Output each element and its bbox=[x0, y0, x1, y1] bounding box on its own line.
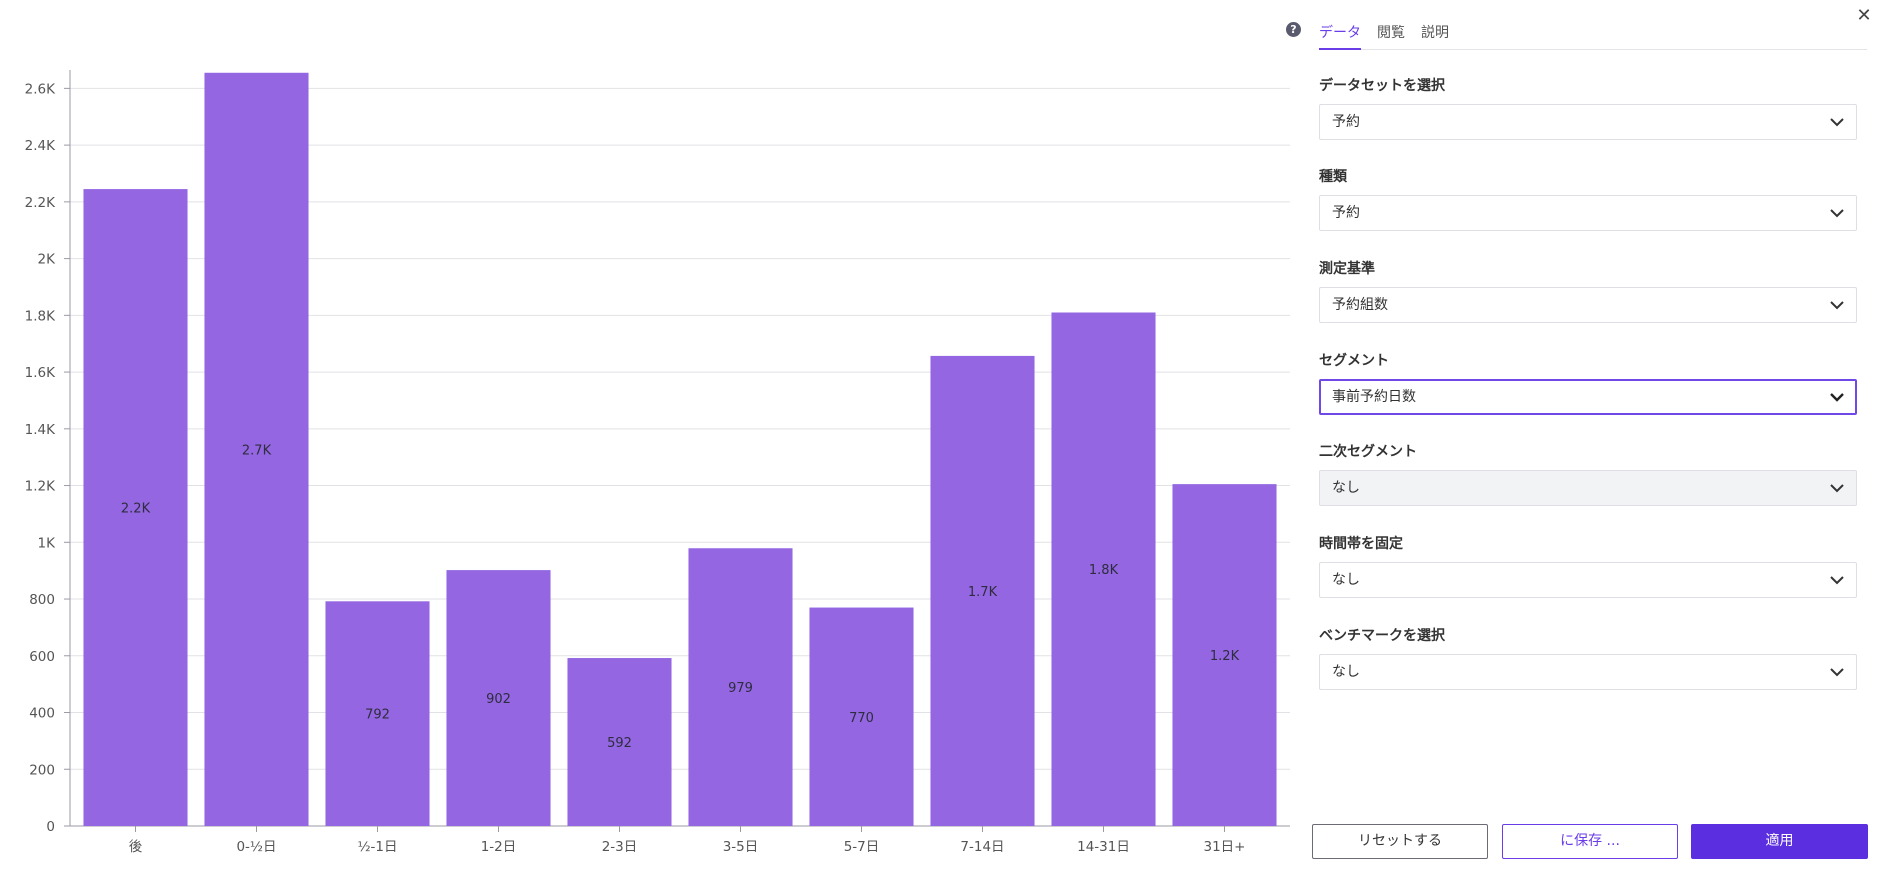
x-tick-label: 7-14日 bbox=[960, 839, 1004, 855]
y-tick-label: 2.4K bbox=[25, 138, 56, 154]
tab-view[interactable]: 閲覧 bbox=[1377, 20, 1405, 49]
fixed-timeframe-select[interactable]: なし bbox=[1319, 562, 1857, 598]
y-tick-label: 1.4K bbox=[25, 422, 56, 438]
bar-data-label: 1.8K bbox=[1089, 563, 1119, 578]
x-tick-label: 1-2日 bbox=[481, 839, 517, 855]
benchmark-value: なし bbox=[1332, 664, 1360, 680]
bar-data-label: 1.2K bbox=[1210, 649, 1240, 664]
metric-value: 予約組数 bbox=[1332, 297, 1388, 313]
x-tick-label: ½-1日 bbox=[357, 839, 397, 855]
bar-chart: 0 200 400 600 800 1K 1.2K 1.4K 1.6K 1.8K 2K 2.2K 2.4… bbox=[0, 0, 1300, 877]
y-tick-label: 600 bbox=[29, 649, 55, 665]
y-tick-label: 200 bbox=[29, 762, 55, 778]
fixed-timeframe-field: 時間帯を固定 なし bbox=[1319, 534, 1859, 598]
y-tick-label: 1K bbox=[38, 535, 57, 551]
x-tick-label: 31日+ bbox=[1204, 839, 1246, 855]
dataset-select[interactable]: 予約 bbox=[1319, 104, 1857, 140]
bar-data-label: 770 bbox=[849, 711, 874, 726]
segment-select[interactable]: 事前予約日数 bbox=[1319, 379, 1857, 415]
secondary-segment-label: 二次セグメント bbox=[1319, 444, 1417, 460]
bar-data-label: 2.7K bbox=[242, 443, 272, 458]
y-tick-label: 800 bbox=[29, 592, 55, 608]
y-tick-label: 400 bbox=[29, 706, 55, 722]
type-field: 種類 予約 bbox=[1319, 167, 1859, 231]
dataset-label: データセットを選択 bbox=[1319, 78, 1445, 94]
x-tick-label: 0-½日 bbox=[236, 839, 276, 855]
benchmark-select[interactable]: なし bbox=[1319, 654, 1857, 690]
bar-data-label: 592 bbox=[607, 736, 632, 751]
panel-tabs: データ 閲覧 説明 bbox=[1319, 20, 1867, 50]
x-tick-label: 14-31日 bbox=[1077, 839, 1130, 855]
apply-button[interactable]: 適用 bbox=[1691, 824, 1868, 859]
y-tick-label: 1.2K bbox=[25, 479, 56, 495]
question-icon[interactable]: ? bbox=[1286, 22, 1301, 37]
x-tick-label: 後 bbox=[129, 839, 143, 855]
type-select[interactable]: 予約 bbox=[1319, 195, 1857, 231]
metric-select[interactable]: 予約組数 bbox=[1319, 287, 1857, 323]
chevron-down-icon bbox=[1830, 484, 1844, 493]
save-button[interactable]: に保存 ... bbox=[1502, 824, 1678, 859]
bar-data-label: 979 bbox=[728, 681, 753, 696]
fixed-timeframe-value: なし bbox=[1332, 572, 1360, 588]
tab-description[interactable]: 説明 bbox=[1421, 20, 1449, 49]
dataset-field: データセットを選択 予約 bbox=[1319, 76, 1859, 140]
secondary-segment-field: 二次セグメント なし bbox=[1319, 442, 1859, 506]
benchmark-field: ベンチマークを選択 なし bbox=[1319, 626, 1859, 690]
bar-data-label: 2.2K bbox=[121, 502, 151, 517]
type-label: 種類 bbox=[1319, 169, 1347, 185]
y-tick-label: 0 bbox=[46, 819, 55, 835]
bar-data-label: 902 bbox=[486, 692, 511, 707]
type-value: 予約 bbox=[1332, 205, 1360, 221]
fixed-timeframe-label: 時間帯を固定 bbox=[1319, 536, 1403, 552]
y-tick-label: 2K bbox=[38, 252, 57, 268]
chevron-down-icon bbox=[1830, 301, 1844, 310]
y-tick-label: 1.8K bbox=[25, 308, 56, 324]
bar-data-label: 792 bbox=[365, 708, 390, 723]
chevron-down-icon bbox=[1830, 576, 1844, 585]
chevron-down-icon bbox=[1830, 209, 1844, 218]
x-tick-label: 5-7日 bbox=[844, 839, 880, 855]
y-tick-label: 2.6K bbox=[25, 81, 56, 97]
chevron-down-icon bbox=[1830, 393, 1844, 402]
dataset-value: 予約 bbox=[1332, 114, 1360, 130]
x-tick-label: 3-5日 bbox=[723, 839, 759, 855]
y-tick-label: 2.2K bbox=[25, 195, 56, 211]
secondary-segment-value: なし bbox=[1332, 480, 1360, 496]
reset-button[interactable]: リセットする bbox=[1312, 824, 1488, 859]
x-tick-label: 2-3日 bbox=[602, 839, 638, 855]
bar-data-label: 1.7K bbox=[968, 585, 998, 600]
segment-value: 事前予約日数 bbox=[1332, 389, 1416, 405]
chevron-down-icon bbox=[1830, 668, 1844, 677]
benchmark-label: ベンチマークを選択 bbox=[1319, 628, 1445, 644]
tab-data[interactable]: データ bbox=[1319, 20, 1361, 50]
metric-field: 測定基準 予約組数 bbox=[1319, 259, 1859, 323]
chart-svg: 0 200 400 600 800 1K 1.2K 1.4K 1.6K 1.8K 2K 2.2K 2.4… bbox=[25, 70, 1290, 855]
segment-field: セグメント 事前予約日数 bbox=[1319, 351, 1859, 415]
y-tick-label: 1.6K bbox=[25, 365, 56, 381]
metric-label: 測定基準 bbox=[1319, 261, 1375, 277]
chevron-down-icon bbox=[1830, 118, 1844, 127]
segment-label: セグメント bbox=[1319, 353, 1389, 369]
secondary-segment-select[interactable]: なし bbox=[1319, 470, 1857, 506]
